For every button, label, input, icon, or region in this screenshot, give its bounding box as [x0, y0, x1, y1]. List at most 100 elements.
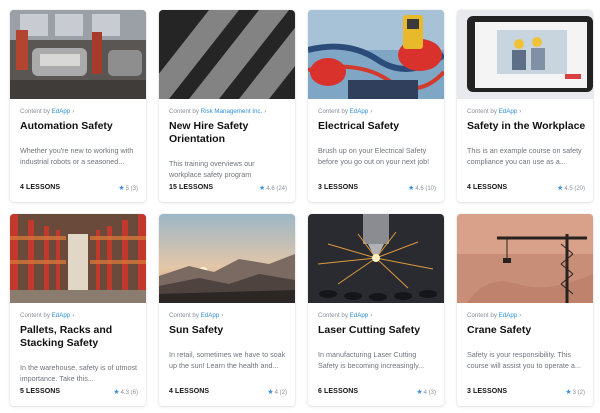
content-by-label: Content by — [467, 108, 497, 115]
content-by-line: Content by EdApp › — [467, 108, 587, 115]
course-title[interactable]: Sun Safety — [169, 324, 289, 337]
content-by-line: Content by EdApp › — [467, 312, 587, 319]
content-by-label: Content by — [318, 108, 348, 115]
course-rating: ★4.6 (10) — [408, 184, 436, 192]
star-icon: ★ — [565, 389, 572, 396]
card-footer: 15 LESSONS ★4.6 (24) — [169, 183, 287, 195]
course-title[interactable]: Laser Cutting Safety — [318, 324, 438, 337]
review-count: (24) — [276, 186, 287, 192]
content-by-label: Content by — [20, 108, 50, 115]
provider-link[interactable]: EdApp — [350, 108, 369, 115]
course-rating: ★5 (3) — [118, 184, 138, 192]
course-rating: ★4 (2) — [267, 388, 287, 396]
rating-value: 4.5 — [564, 186, 573, 192]
course-rating: ★3 (2) — [565, 388, 585, 396]
course-thumbnail[interactable] — [159, 214, 295, 303]
star-icon: ★ — [118, 185, 125, 192]
warehouse-racks-image — [10, 214, 146, 303]
course-description: In manufacturing Laser Cutting Safety is… — [318, 350, 425, 370]
content-by-label: Content by — [169, 108, 199, 115]
card-footer: 4 LESSONS ★5 (3) — [20, 183, 138, 195]
course-description: This training overviews our workplace sa… — [169, 159, 255, 179]
review-count: (6) — [130, 390, 138, 396]
course-thumbnail[interactable] — [308, 214, 444, 303]
provider-link[interactable]: EdApp — [52, 108, 71, 115]
course-title[interactable]: Automation Safety — [20, 120, 140, 133]
card-footer: 4 LESSONS ★4.5 (20) — [467, 183, 585, 195]
content-by-line: Content by EdApp › — [20, 108, 140, 115]
course-rating: ★4.5 (20) — [557, 184, 585, 192]
course-title[interactable]: New Hire Safety Orientation — [169, 120, 289, 145]
hazard-stripes-image — [159, 10, 295, 99]
provider-link[interactable]: Risk Management Inc. — [201, 108, 263, 115]
provider-link[interactable]: EdApp — [201, 312, 220, 319]
provider-link[interactable]: EdApp — [350, 312, 369, 319]
course-card-electrical-safety[interactable]: Content by EdApp › Electrical Safety Brus… — [308, 10, 444, 202]
course-rating: ★4.6 (24) — [259, 184, 287, 192]
content-by-label: Content by — [467, 312, 497, 319]
course-title[interactable]: Electrical Safety — [318, 120, 438, 133]
card-footer: 4 LESSONS ★4 (2) — [169, 387, 287, 399]
course-title[interactable]: Pallets, Racks and Stacking Safety — [20, 324, 140, 349]
course-description: Whether you're new to working with indus… — [20, 146, 134, 166]
laser-sparks-image — [308, 214, 444, 303]
course-thumbnail[interactable] — [457, 10, 593, 99]
review-count: (20) — [574, 186, 585, 192]
card-footer: 6 LESSONS ★4 (3) — [318, 387, 436, 399]
tablet-workers-image — [457, 10, 593, 99]
lesson-count: 5 LESSONS — [20, 388, 61, 395]
chevron-right-icon: › — [72, 108, 75, 115]
course-title[interactable]: Safety in the Workplace — [467, 120, 587, 133]
rating-value: 3 — [572, 390, 576, 396]
review-count: (10) — [425, 186, 436, 192]
content-by-label: Content by — [169, 312, 199, 319]
content-by-line: Content by EdApp › — [318, 108, 438, 115]
course-title[interactable]: Crane Safety — [467, 324, 587, 337]
chevron-right-icon: › — [72, 312, 75, 319]
content-by-line: Content by EdApp › — [318, 312, 438, 319]
course-card-safety-in-the-workplace[interactable]: Content by EdApp › Safety in the Workplac… — [457, 10, 593, 202]
course-card-laser-cutting-safety[interactable]: Content by EdApp › Laser Cutting Safety I… — [308, 214, 444, 406]
course-thumbnail[interactable] — [159, 10, 295, 99]
content-by-label: Content by — [318, 312, 348, 319]
provider-link[interactable]: EdApp — [499, 312, 518, 319]
course-rating: ★4.3 (6) — [113, 388, 138, 396]
star-icon: ★ — [408, 185, 415, 192]
star-icon: ★ — [416, 389, 423, 396]
course-card-crane-safety[interactable]: Content by EdApp › Crane Safety Safety is… — [457, 214, 593, 406]
content-by-line: Content by EdApp › — [169, 312, 289, 319]
content-by-line: Content by Risk Management Inc. › — [169, 108, 289, 115]
card-footer: 5 LESSONS ★4.3 (6) — [20, 387, 138, 399]
chevron-right-icon: › — [264, 108, 267, 115]
course-description: Safety is your responsibility. This cour… — [467, 350, 581, 370]
course-rating: ★4 (3) — [416, 388, 436, 396]
course-thumbnail[interactable] — [308, 10, 444, 99]
rating-value: 4.6 — [415, 186, 424, 192]
course-description: In the warehouse, safety is of utmost im… — [20, 363, 138, 383]
course-card-pallets-racks-stacking-safety[interactable]: Content by EdApp › Pallets, Racks and Sta… — [10, 214, 146, 406]
chevron-right-icon: › — [221, 312, 224, 319]
review-count: (2) — [279, 390, 287, 396]
course-card-sun-safety[interactable]: Content by EdApp › Sun Safety In retail, … — [159, 214, 295, 406]
star-icon: ★ — [267, 389, 274, 396]
lesson-count: 4 LESSONS — [169, 388, 210, 395]
provider-link[interactable]: EdApp — [52, 312, 71, 319]
rating-value: 4.3 — [120, 390, 129, 396]
course-thumbnail[interactable] — [457, 214, 593, 303]
chevron-right-icon: › — [519, 312, 522, 319]
electrical-tools-image — [308, 10, 444, 99]
lesson-count: 3 LESSONS — [318, 184, 359, 191]
review-count: (2) — [577, 390, 585, 396]
course-description: This is an example course on safety comp… — [467, 146, 582, 166]
rating-value: 4 — [274, 390, 278, 396]
course-card-automation-safety[interactable]: Content by EdApp › Automation Safety Whet… — [10, 10, 146, 202]
lesson-count: 4 LESSONS — [467, 184, 508, 191]
course-card-new-hire-safety-orientation[interactable]: Content by Risk Management Inc. › New Hir… — [159, 10, 295, 202]
card-footer: 3 LESSONS ★4.6 (10) — [318, 183, 436, 195]
course-thumbnail[interactable] — [10, 10, 146, 99]
lesson-count: 15 LESSONS — [169, 184, 214, 191]
course-thumbnail[interactable] — [10, 214, 146, 303]
provider-link[interactable]: EdApp — [499, 108, 518, 115]
chevron-right-icon: › — [370, 108, 373, 115]
star-icon: ★ — [259, 185, 266, 192]
